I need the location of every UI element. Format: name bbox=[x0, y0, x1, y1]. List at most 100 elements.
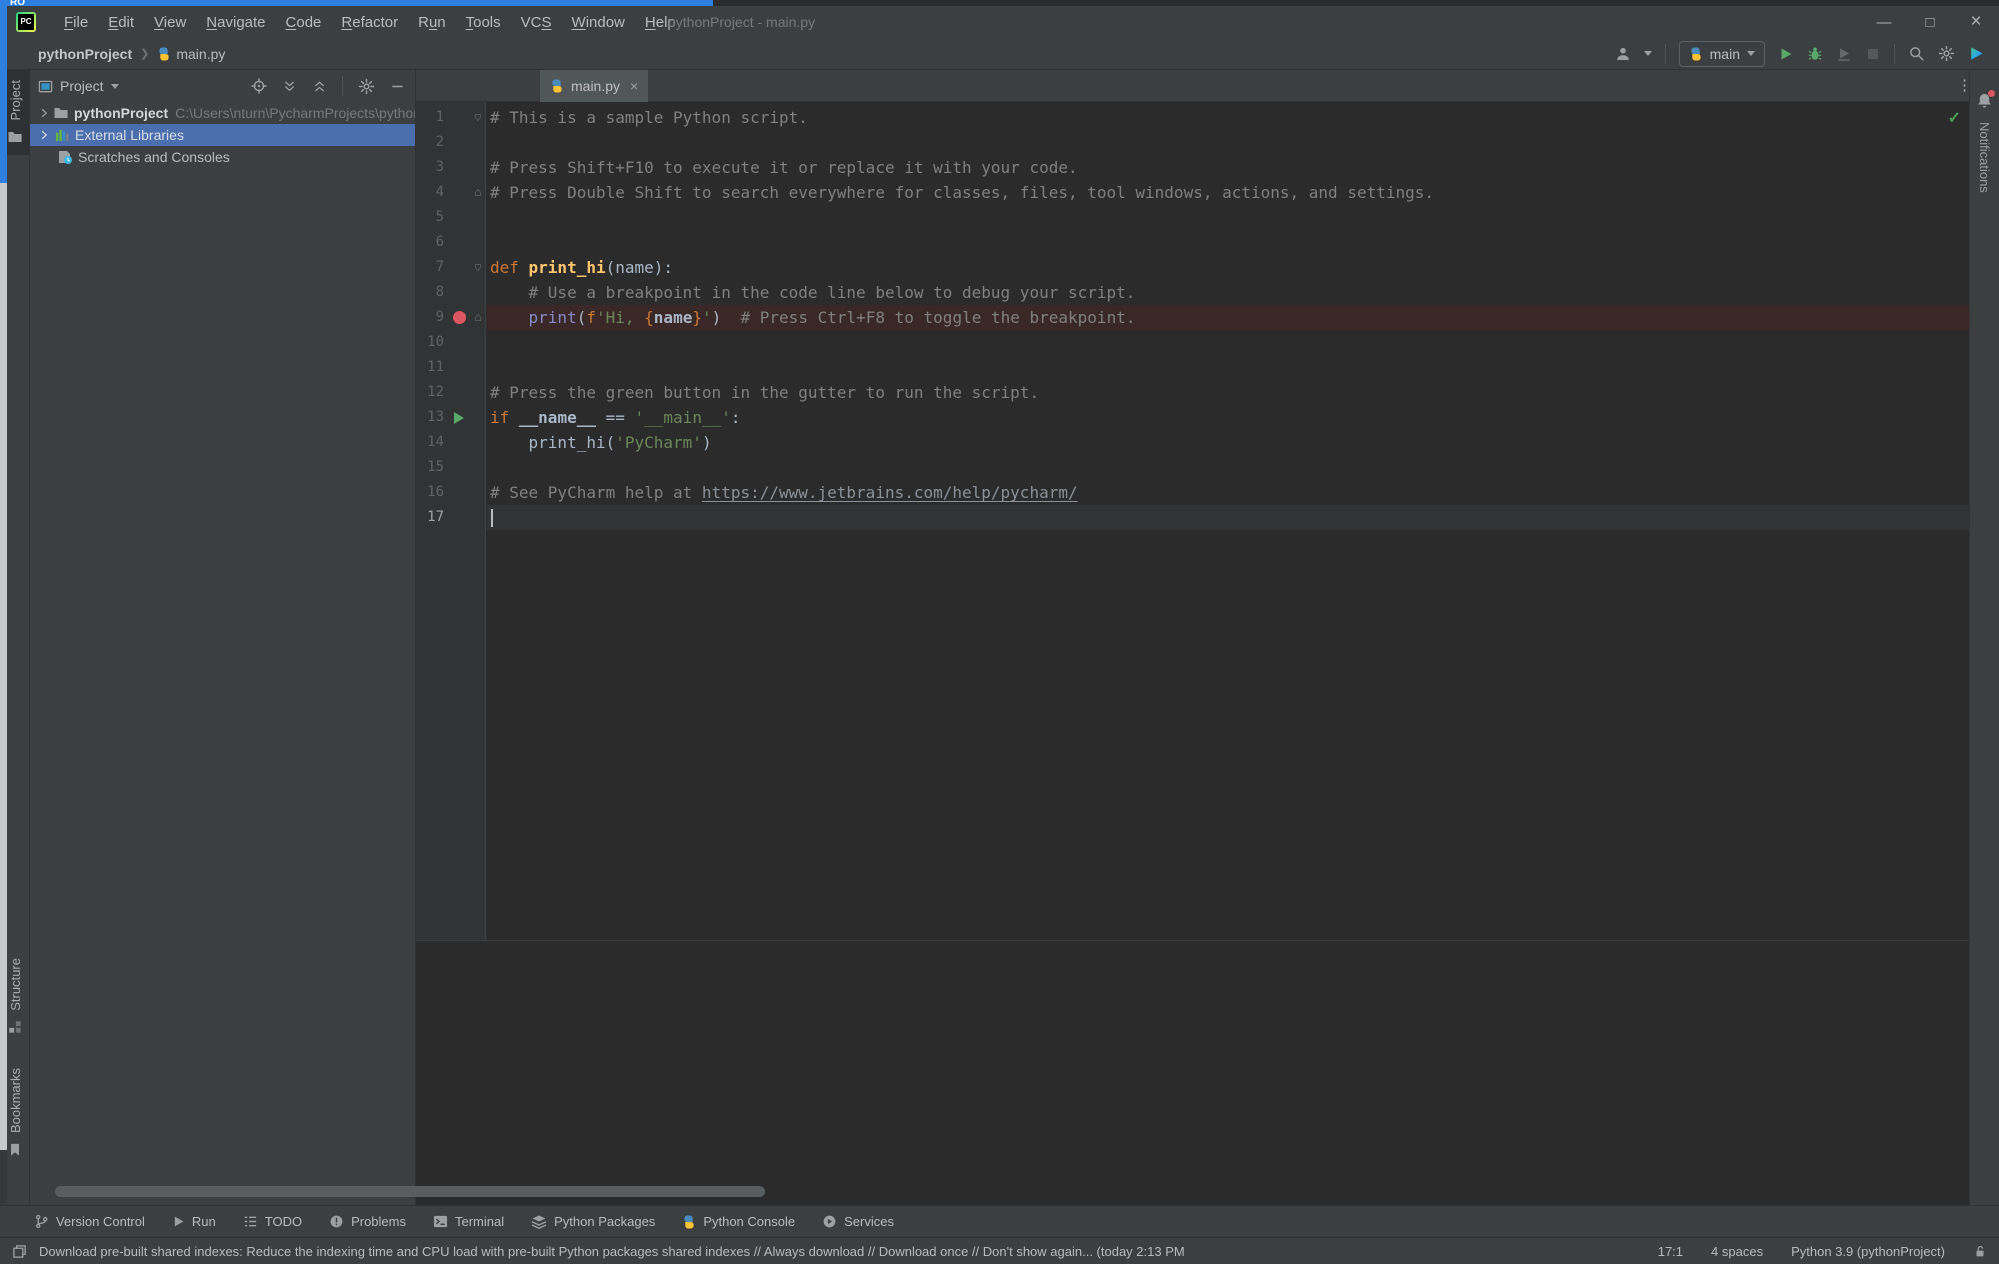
notifications-bell-icon[interactable] bbox=[1976, 92, 1993, 109]
code-token: 'PyCharm' bbox=[615, 433, 702, 452]
caret-position[interactable]: 17:1 bbox=[1658, 1244, 1683, 1259]
python-icon bbox=[1689, 47, 1702, 60]
expand-all-icon[interactable] bbox=[282, 79, 297, 94]
project-panel-title[interactable]: Project bbox=[38, 78, 119, 94]
code-line-1: 1⌂# This is a sample Python script. bbox=[416, 105, 1999, 130]
title-bar: PC FileEditViewNavigateCodeRefactorRunTo… bbox=[0, 6, 1999, 38]
tool-window-button-python-console[interactable]: Python Console bbox=[682, 1214, 795, 1229]
tool-window-button-run[interactable]: Run bbox=[172, 1214, 216, 1229]
tree-item-scratches-and-consoles[interactable]: Scratches and Consoles bbox=[30, 146, 415, 168]
menu-edit[interactable]: Edit bbox=[98, 14, 144, 31]
tool-window-button-todo[interactable]: TODO bbox=[243, 1214, 302, 1229]
inspection-ok-checkmark-icon[interactable]: ✓ bbox=[1948, 108, 1961, 128]
code-text[interactable] bbox=[487, 230, 1999, 255]
tool-window-button-version-control[interactable]: Version Control bbox=[34, 1214, 145, 1229]
close-tab-icon[interactable]: × bbox=[630, 78, 638, 94]
tree-item-external-libraries[interactable]: External Libraries bbox=[30, 124, 415, 146]
run-with-coverage-button[interactable] bbox=[1836, 46, 1852, 62]
collapse-all-icon[interactable] bbox=[312, 79, 327, 94]
lock-icon[interactable] bbox=[1973, 1244, 1987, 1259]
code-text[interactable] bbox=[487, 205, 1999, 230]
interpreter-setting[interactable]: Python 3.9 (pythonProject) bbox=[1791, 1244, 1945, 1259]
line-number: 16 bbox=[416, 480, 444, 505]
code-text[interactable] bbox=[487, 505, 1999, 530]
tool-window-button-label: Python Packages bbox=[554, 1214, 655, 1229]
code-text[interactable]: print(f'Hi, {name}') # Press Ctrl+F8 to … bbox=[487, 305, 1999, 330]
code-line-6: 6 bbox=[416, 230, 1999, 255]
fold-marker-icon[interactable]: ⌂ bbox=[470, 180, 486, 205]
user-icon[interactable] bbox=[1615, 46, 1631, 62]
menu-refactor[interactable]: Refactor bbox=[331, 14, 408, 31]
code-text[interactable]: # This is a sample Python script. bbox=[487, 105, 1999, 130]
code-line-13: 13if __name__ == '__main__': bbox=[416, 405, 1999, 430]
gradient-play-icon[interactable] bbox=[1968, 45, 1985, 62]
menu-vcs[interactable]: VCS bbox=[511, 14, 562, 31]
tool-window-button-services[interactable]: Services bbox=[822, 1214, 894, 1229]
code-text[interactable]: # Use a breakpoint in the code line belo… bbox=[487, 280, 1999, 305]
menu-view[interactable]: View bbox=[144, 14, 196, 31]
hide-panel-icon[interactable] bbox=[390, 79, 405, 94]
breadcrumb-project[interactable]: pythonProject bbox=[38, 46, 132, 62]
search-everywhere-icon[interactable] bbox=[1908, 45, 1925, 62]
tool-window-tab-notifications[interactable]: Notifications bbox=[1977, 122, 1992, 193]
code-text[interactable]: if __name__ == '__main__': bbox=[487, 405, 1999, 430]
menu-navigate[interactable]: Navigate bbox=[196, 14, 275, 31]
code-text[interactable]: def print_hi(name): bbox=[487, 255, 1999, 280]
tool-window-button-terminal[interactable]: Terminal bbox=[433, 1214, 504, 1229]
play-gray-icon bbox=[172, 1215, 185, 1228]
editor-tab-main-py[interactable]: main.py × bbox=[540, 70, 648, 102]
stop-button[interactable] bbox=[1865, 46, 1881, 62]
python-icon bbox=[683, 1215, 696, 1228]
maximize-button[interactable]: □ bbox=[1907, 6, 1953, 38]
breakpoint-icon[interactable] bbox=[448, 305, 470, 330]
code-text[interactable]: # Press Shift+F10 to execute it or repla… bbox=[487, 155, 1999, 180]
chevron-right-icon[interactable] bbox=[38, 129, 52, 141]
line-number: 7 bbox=[416, 255, 444, 280]
menu-window[interactable]: Window bbox=[562, 14, 635, 31]
run-button[interactable] bbox=[1778, 46, 1794, 62]
code-text[interactable] bbox=[487, 130, 1999, 155]
line-number: 15 bbox=[416, 455, 444, 480]
menu-code[interactable]: Code bbox=[276, 14, 332, 31]
fold-marker-icon[interactable]: ⌂ bbox=[470, 305, 486, 330]
breadcrumb-file[interactable]: main.py bbox=[157, 46, 225, 62]
navigation-toolbar: pythonProject ❯ main.py main bbox=[0, 38, 1999, 70]
tool-window-toggle-icon[interactable] bbox=[12, 1244, 27, 1259]
menu-file[interactable]: File bbox=[54, 14, 98, 31]
status-message[interactable]: Download pre-built shared indexes: Reduc… bbox=[39, 1244, 1185, 1259]
code-text[interactable]: # See PyCharm help at https://www.jetbra… bbox=[487, 480, 1999, 505]
code-text[interactable]: print_hi('PyCharm') bbox=[487, 430, 1999, 455]
menu-tools[interactable]: Tools bbox=[456, 14, 511, 31]
chevron-right-icon[interactable] bbox=[38, 107, 50, 119]
debug-button[interactable] bbox=[1807, 46, 1823, 62]
indent-setting[interactable]: 4 spaces bbox=[1711, 1244, 1763, 1259]
code-text[interactable]: # Press the green button in the gutter t… bbox=[487, 380, 1999, 405]
notification-badge bbox=[1988, 90, 1995, 97]
menu-run[interactable]: Run bbox=[408, 14, 456, 31]
code-text[interactable] bbox=[487, 455, 1999, 480]
code-text[interactable]: # Press Double Shift to search everywher… bbox=[487, 180, 1999, 205]
line-number: 17 bbox=[416, 505, 444, 530]
editor-body[interactable]: 1⌂# This is a sample Python script.23# P… bbox=[416, 102, 1999, 1205]
code-link[interactable]: https://www.jetbrains.com/help/pycharm/ bbox=[702, 483, 1078, 502]
code-text[interactable] bbox=[487, 355, 1999, 380]
close-button[interactable]: × bbox=[1953, 6, 1999, 38]
settings-gear-icon[interactable] bbox=[1938, 45, 1955, 62]
run-configuration-select[interactable]: main bbox=[1679, 41, 1765, 67]
line-number: 8 bbox=[416, 280, 444, 305]
tool-window-button-python-packages[interactable]: Python Packages bbox=[531, 1214, 655, 1230]
code-text[interactable] bbox=[487, 330, 1999, 355]
code-token: print bbox=[529, 308, 577, 327]
tool-window-button-problems[interactable]: Problems bbox=[329, 1214, 406, 1229]
locate-file-icon[interactable] bbox=[251, 78, 267, 94]
fold-marker-icon[interactable]: ⌂ bbox=[470, 255, 486, 280]
tree-item-pythonproject[interactable]: pythonProjectC:\Users\nturn\PycharmProje… bbox=[30, 102, 415, 124]
code-token bbox=[490, 308, 529, 327]
horizontal-scrollbar[interactable] bbox=[55, 1186, 765, 1197]
minimize-button[interactable]: — bbox=[1861, 6, 1907, 38]
fold-marker-icon[interactable]: ⌂ bbox=[470, 105, 486, 130]
run-line-icon[interactable] bbox=[448, 405, 470, 430]
code-line-7: 7 ⌂def print_hi(name): bbox=[416, 255, 1999, 280]
panel-settings-gear-icon[interactable] bbox=[358, 78, 375, 95]
python-file-icon bbox=[158, 47, 171, 60]
